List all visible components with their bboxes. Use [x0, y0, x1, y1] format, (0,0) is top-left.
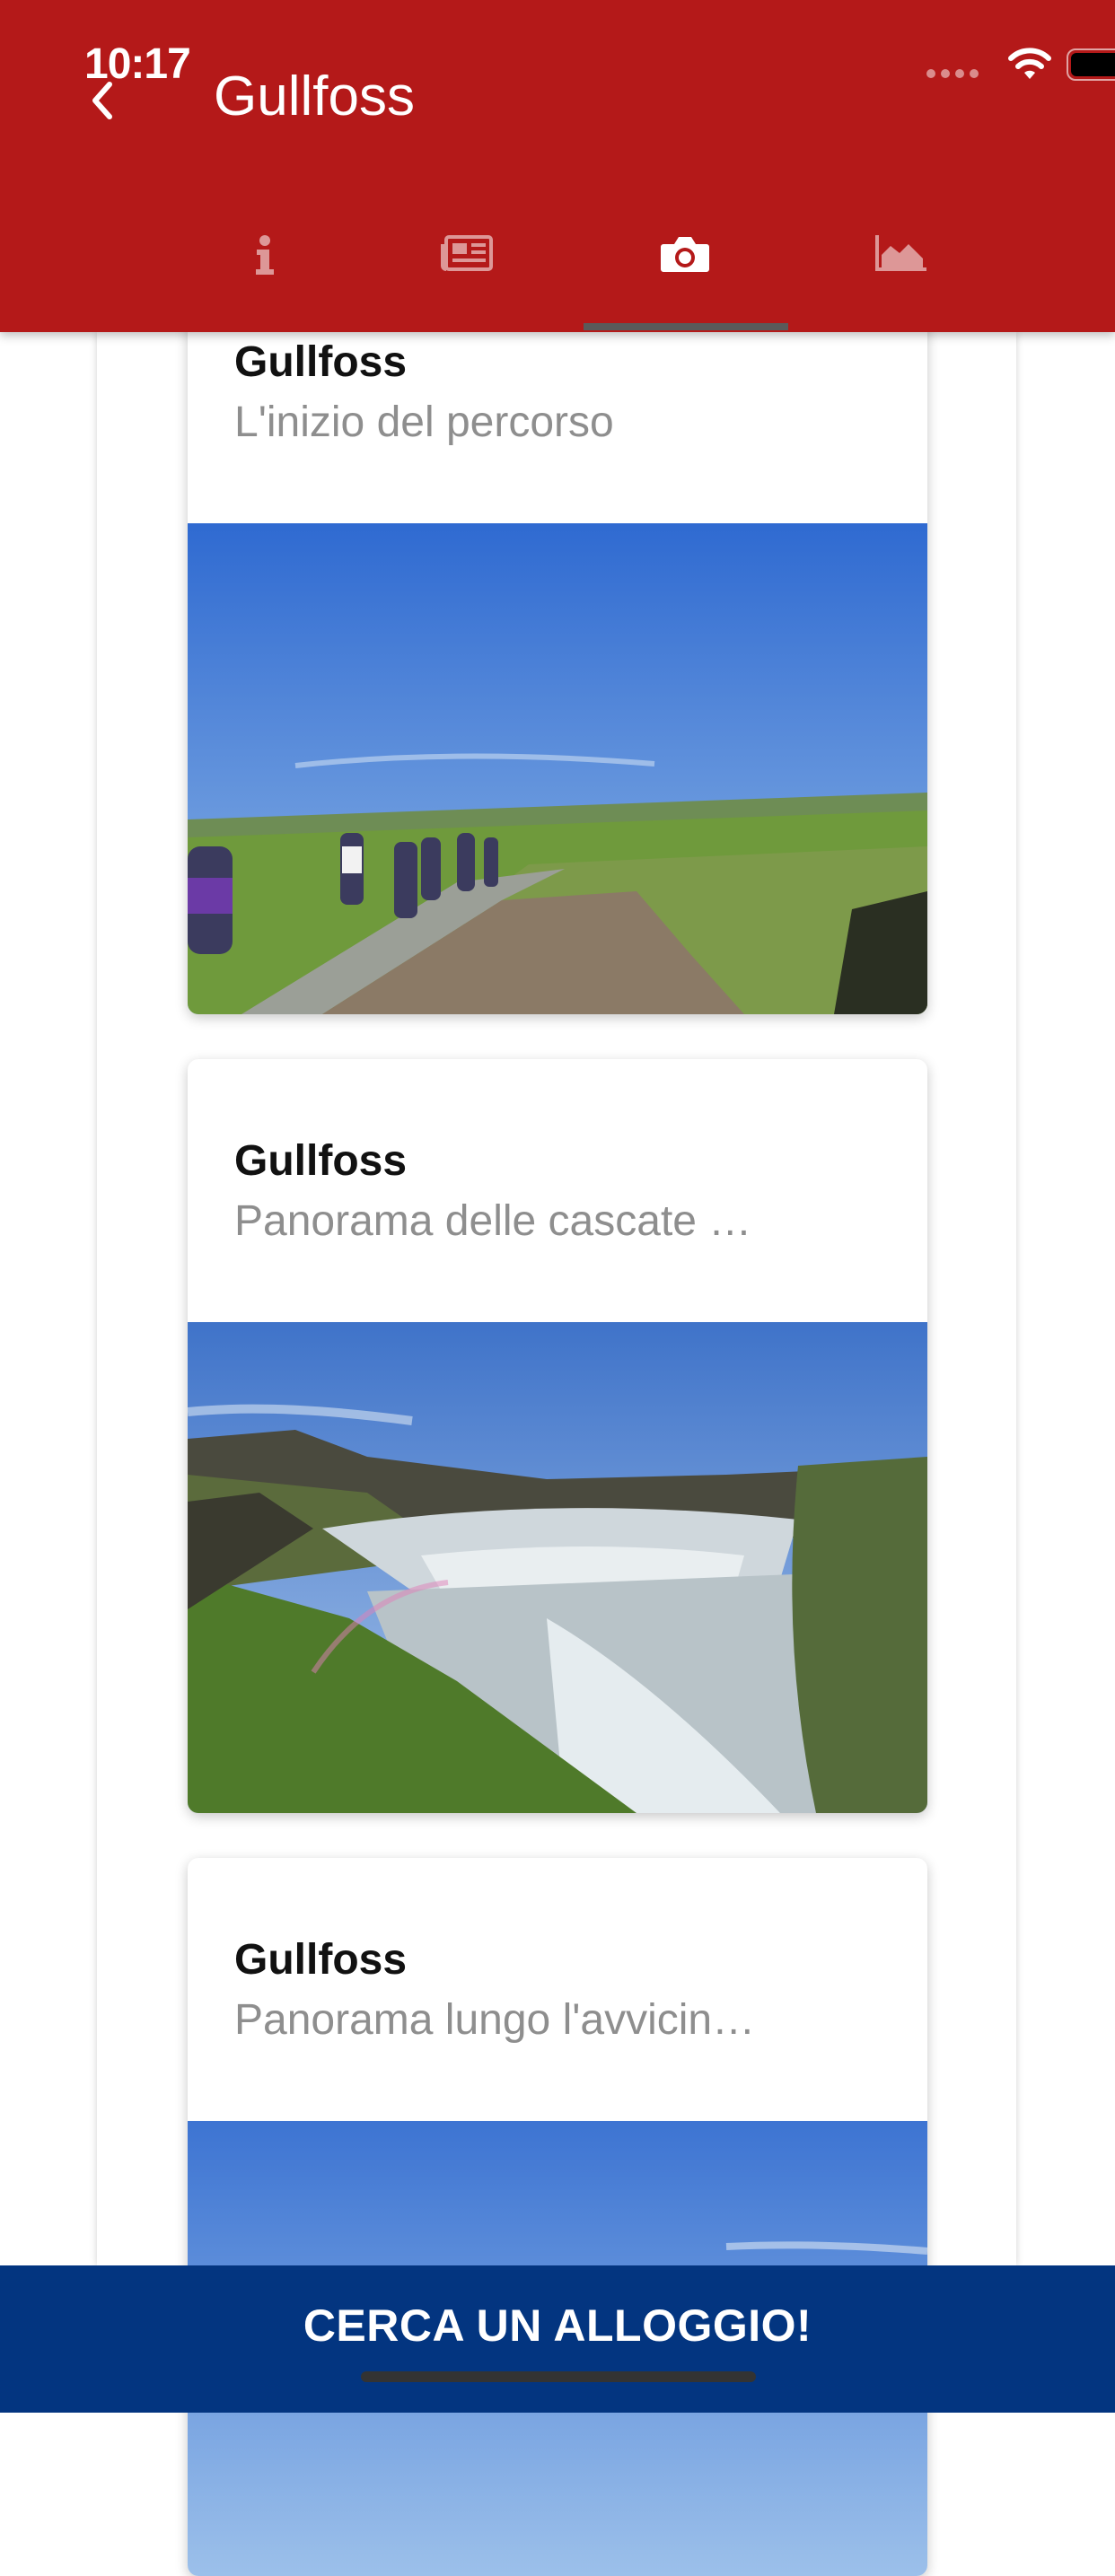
app-header: 10:17 Gullfoss [0, 0, 1115, 332]
tab-info[interactable] [157, 206, 373, 332]
tab-elevation[interactable] [794, 206, 1009, 332]
card-title: Gullfoss [234, 1936, 408, 1984]
elevation-chart-icon [875, 235, 926, 271]
active-tab-indicator [584, 323, 788, 330]
tab-photos[interactable] [577, 206, 793, 332]
find-accommodation-label: CERCA UN ALLOGGIO! [303, 2300, 812, 2351]
home-indicator [361, 2371, 756, 2382]
photo-card[interactable]: Gullfoss L'inizio del percorso [188, 269, 927, 1014]
info-icon [256, 235, 274, 275]
card-subtitle: Panorama delle cascate … [234, 1197, 752, 1245]
card-photo [188, 1322, 927, 1813]
tab-news[interactable] [360, 206, 575, 332]
newspaper-icon [441, 235, 493, 271]
tab-bar [0, 206, 1115, 332]
card-photo [188, 523, 927, 1014]
find-accommodation-button[interactable]: CERCA UN ALLOGGIO! [0, 2265, 1115, 2413]
card-subtitle: L'inizio del percorso [234, 399, 614, 446]
wifi-icon [1008, 48, 1051, 79]
card-subtitle: Panorama lungo l'avvicin… [234, 1996, 756, 2044]
cellular-signal-icon [926, 66, 984, 83]
card-title: Gullfoss [234, 338, 408, 386]
card-title: Gullfoss [234, 1137, 408, 1185]
back-button[interactable] [77, 74, 131, 127]
photo-card[interactable]: Gullfoss Panorama delle cascate … [188, 1059, 927, 1813]
photo-card[interactable]: Gullfoss Panorama lungo l'avvicin… [188, 1858, 927, 2576]
camera-icon [661, 237, 709, 272]
battery-icon [1067, 48, 1115, 81]
chevron-left-icon [92, 82, 112, 119]
page-title: Gullfoss [214, 66, 415, 127]
